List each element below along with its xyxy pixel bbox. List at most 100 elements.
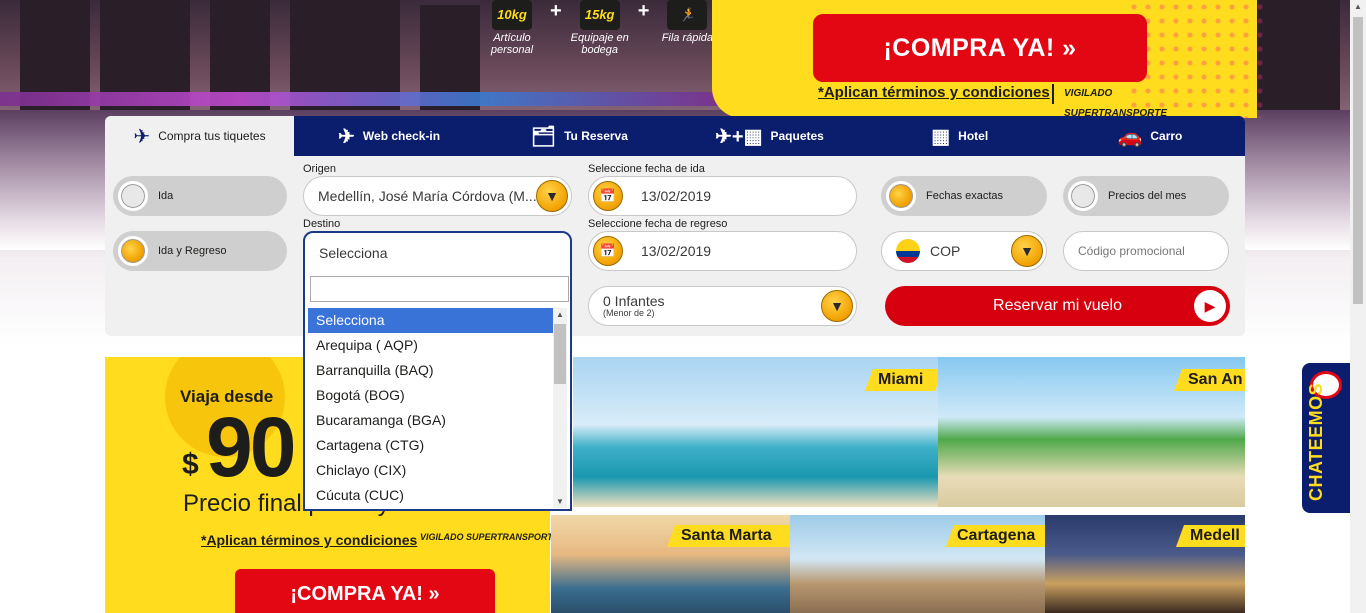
- tab-tu-reserva[interactable]: 🗂 Tu Reserva: [484, 116, 675, 156]
- currency-symbol: $: [182, 448, 199, 481]
- reserve-label: Reservar mi vuelo: [993, 297, 1122, 314]
- list-item[interactable]: Cartagena (CTG): [308, 433, 553, 458]
- infants-value: 0 Infantes: [603, 293, 665, 309]
- promo-placeholder: Código promocional: [1078, 244, 1185, 258]
- date-back-field[interactable]: 📅 13/02/2019: [588, 231, 857, 271]
- scroll-down-icon[interactable]: ▼: [553, 497, 567, 506]
- list-item[interactable]: Selecciona: [308, 308, 553, 333]
- destination-name: Medell: [1190, 527, 1240, 544]
- list-item[interactable]: Bucaramanga (BGA): [308, 408, 553, 433]
- tab-label: Web check-in: [362, 129, 441, 143]
- trip-type-label: Ida y Regreso: [158, 245, 227, 257]
- destination-select-open[interactable]: Selecciona Selecciona Arequipa ( AQP) Ba…: [303, 231, 572, 511]
- trip-type-ida[interactable]: Ida: [113, 176, 287, 216]
- promo-code-input[interactable]: Código promocional: [1063, 231, 1229, 271]
- perk-label: Equipaje en bodega: [570, 32, 629, 56]
- list-item[interactable]: Chiclayo (CIX): [308, 458, 553, 483]
- vigilado-logo: VIGILADO SUPERTRANSPORTE: [1052, 84, 1167, 119]
- reservation-icon: 🗂: [530, 125, 557, 148]
- origin-value: Medellín, José María Córdova (M...: [318, 188, 537, 204]
- lit-bridge: [0, 92, 720, 106]
- destination-san-andres[interactable]: San An: [938, 357, 1245, 507]
- list-item[interactable]: Arequipa ( AQP): [308, 333, 553, 358]
- tab-web-checkin[interactable]: ✈ Web check-in: [294, 116, 485, 156]
- currency-select[interactable]: COP ▼: [881, 231, 1047, 271]
- booking-tabs: ✈ Compra tus tiquetes ✈ Web check-in 🗂 T…: [105, 116, 1246, 156]
- destination-name: Miami: [878, 371, 924, 388]
- colombia-flag-icon: [896, 239, 920, 263]
- infants-select[interactable]: 0 Infantes (Menor de 2) ▼: [588, 286, 857, 326]
- reservar-vuelo-button[interactable]: Reservar mi vuelo ▶: [885, 286, 1230, 326]
- radio-icon: [118, 181, 148, 211]
- chat-label: CHATEEMOS: [1306, 382, 1326, 501]
- precios-mes-option[interactable]: Precios del mes: [1063, 176, 1229, 216]
- trip-type-label: Ida: [158, 190, 174, 202]
- perk-label: Artículo personal: [490, 32, 534, 56]
- destination-value: Selecciona: [319, 245, 388, 261]
- chat-widget[interactable]: CHATEEMOS: [1302, 363, 1350, 513]
- chevron-down-icon[interactable]: ▼: [821, 290, 853, 322]
- chevron-down-icon[interactable]: ▼: [1011, 235, 1043, 267]
- destination-label: Destino: [303, 218, 341, 230]
- tab-label: Compra tus tiquetes: [158, 129, 266, 143]
- scrollbar-thumb[interactable]: [554, 324, 566, 384]
- car-icon: 🚗: [1117, 125, 1143, 148]
- destination-medellin[interactable]: Medell: [1045, 515, 1245, 613]
- terms-link[interactable]: *Aplican términos y condiciones: [818, 84, 1050, 101]
- tab-label: Hotel: [958, 129, 989, 143]
- destination-miami[interactable]: Miami: [573, 357, 950, 507]
- destination-santa-marta[interactable]: Santa Marta: [551, 515, 811, 613]
- perk-item: 🏃 Fila rápida: [655, 0, 719, 62]
- chevron-down-icon[interactable]: ▼: [536, 180, 568, 212]
- vigilado-logo: VIGILADO SUPERTRANSPORTE: [420, 532, 559, 542]
- bag-15kg-icon: 15kg: [579, 0, 620, 30]
- tab-hotel[interactable]: ▦ Hotel: [864, 116, 1055, 156]
- compra-ya-button[interactable]: ¡COMPRA YA! »: [813, 14, 1147, 82]
- tab-label: Paquetes: [770, 129, 824, 143]
- radio-icon: [1068, 181, 1098, 211]
- scrollbar-thumb[interactable]: [1353, 17, 1363, 304]
- date-back-value: 13/02/2019: [641, 243, 712, 259]
- radio-selected-icon: [118, 236, 148, 266]
- tab-compra-tiquetes[interactable]: ✈ Compra tus tiquetes: [105, 116, 294, 156]
- terms-link[interactable]: *Aplican términos y condiciones: [201, 532, 417, 548]
- list-item[interactable]: Cúcuta (CUC): [308, 483, 553, 508]
- list-item[interactable]: Bogotá (BOG): [308, 383, 553, 408]
- destination-search-input[interactable]: [310, 276, 569, 302]
- plus-icon: +: [637, 0, 650, 22]
- option-label: Fechas exactas: [926, 190, 1004, 202]
- tab-carro[interactable]: 🚗 Carro: [1054, 116, 1246, 156]
- plane-hotel-icon: ✈+▦: [715, 125, 763, 148]
- play-arrow-icon: ▶: [1194, 290, 1226, 322]
- dropdown-scrollbar[interactable]: ▲ ▼: [553, 308, 567, 508]
- page-scrollbar[interactable]: ▲: [1350, 0, 1366, 613]
- infants-note: (Menor de 2): [603, 308, 655, 318]
- destination-cartagena[interactable]: Cartagena: [790, 515, 1080, 613]
- destination-name: Cartagena: [957, 527, 1036, 544]
- baggage-perks: 10kg Artículo personal + 15kg Equipaje e…: [480, 0, 719, 62]
- perk-item: 15kg Equipaje en bodega: [568, 0, 632, 62]
- radio-selected-icon: [886, 181, 916, 211]
- currency-value: COP: [930, 243, 961, 259]
- perk-item: 10kg Artículo personal: [480, 0, 544, 62]
- origin-label: Origen: [303, 163, 337, 175]
- destination-name: Santa Marta: [681, 527, 772, 544]
- tab-label: Tu Reserva: [564, 129, 628, 143]
- date-out-field[interactable]: 📅 13/02/2019: [588, 176, 857, 216]
- compra-ya-button[interactable]: ¡COMPRA YA! »: [235, 569, 495, 613]
- trip-type-ida-regreso[interactable]: Ida y Regreso: [113, 231, 287, 271]
- promo-price: 90: [206, 400, 296, 494]
- perk-label: Fila rápida: [661, 32, 714, 44]
- scroll-up-icon[interactable]: ▲: [1350, 2, 1366, 11]
- plane-checkin-icon: ✈: [338, 125, 355, 148]
- list-item[interactable]: Barranquilla (BAQ): [308, 358, 553, 383]
- fast-line-runner-icon: 🏃: [667, 0, 708, 30]
- option-label: Precios del mes: [1108, 190, 1187, 202]
- date-out-value: 13/02/2019: [641, 188, 712, 204]
- tab-paquetes[interactable]: ✈+▦ Paquetes: [674, 116, 865, 156]
- scroll-up-icon[interactable]: ▲: [553, 310, 567, 319]
- date-back-label: Seleccione fecha de regreso: [588, 218, 728, 230]
- fechas-exactas-option[interactable]: Fechas exactas: [881, 176, 1047, 216]
- origin-select[interactable]: Medellín, José María Córdova (M... ▼: [303, 176, 572, 216]
- tab-label: Carro: [1150, 129, 1183, 143]
